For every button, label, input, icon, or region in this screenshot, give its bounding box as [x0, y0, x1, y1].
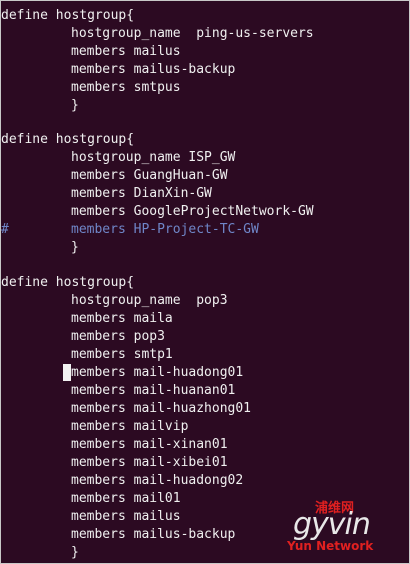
block3-member: members mailus — [71, 509, 181, 524]
block3-member: members mail-huadong02 — [71, 473, 244, 488]
block1-member: members mailus — [71, 44, 181, 59]
block3-member: members mailus-backup — [71, 527, 236, 542]
text-cursor — [63, 364, 71, 381]
block2-member: members DianXin-GW — [71, 186, 212, 201]
block1-define: define hostgroup{ — [1, 8, 135, 23]
block3-define: define hostgroup{ — [1, 275, 135, 290]
block3-member: members mail-xibei01 — [71, 455, 228, 470]
block3-member: members pop3 — [71, 329, 165, 344]
watermark-logo-text: gyvin — [293, 507, 371, 542]
terminal-window[interactable]: define hostgroup{ hostgroup_name ping-us… — [0, 0, 410, 564]
block3-close-brace: } — [71, 545, 79, 560]
block3-member: members mail-xinan01 — [71, 437, 228, 452]
block1-close-brace: } — [71, 98, 79, 113]
block1-hostgroup-name: hostgroup_name ping-us-servers — [71, 26, 314, 41]
block2-commented-member: members HP-Project-TC-GW — [71, 222, 259, 237]
block2-define: define hostgroup{ — [1, 132, 135, 147]
block2-close-brace: } — [71, 240, 79, 255]
block2-member: members GoogleProjectNetwork-GW — [71, 204, 314, 219]
block3-member: members mail01 — [71, 491, 181, 506]
comment-hash: # — [1, 222, 9, 237]
block3-hostgroup-name: hostgroup_name pop3 — [71, 293, 228, 308]
block2-member: members GuangHuan-GW — [71, 168, 228, 183]
block3-member: members mail-huadong01 — [71, 365, 244, 380]
block2-hostgroup-name: hostgroup_name ISP_GW — [71, 150, 236, 165]
block3-member: members mail-huanan01 — [71, 383, 236, 398]
watermark-bottom-text: Yun Network — [287, 539, 374, 553]
block1-member: members mailus-backup — [71, 62, 236, 77]
block1-member: members smtpus — [71, 80, 181, 95]
block3-member: members smtp1 — [71, 347, 173, 362]
block3-member: members mailvip — [71, 419, 189, 434]
block3-member: members maila — [71, 311, 173, 326]
watermark-logo: 浦维网 gyvin Yun Network — [285, 497, 405, 557]
block3-member: members mail-huazhong01 — [71, 401, 252, 416]
